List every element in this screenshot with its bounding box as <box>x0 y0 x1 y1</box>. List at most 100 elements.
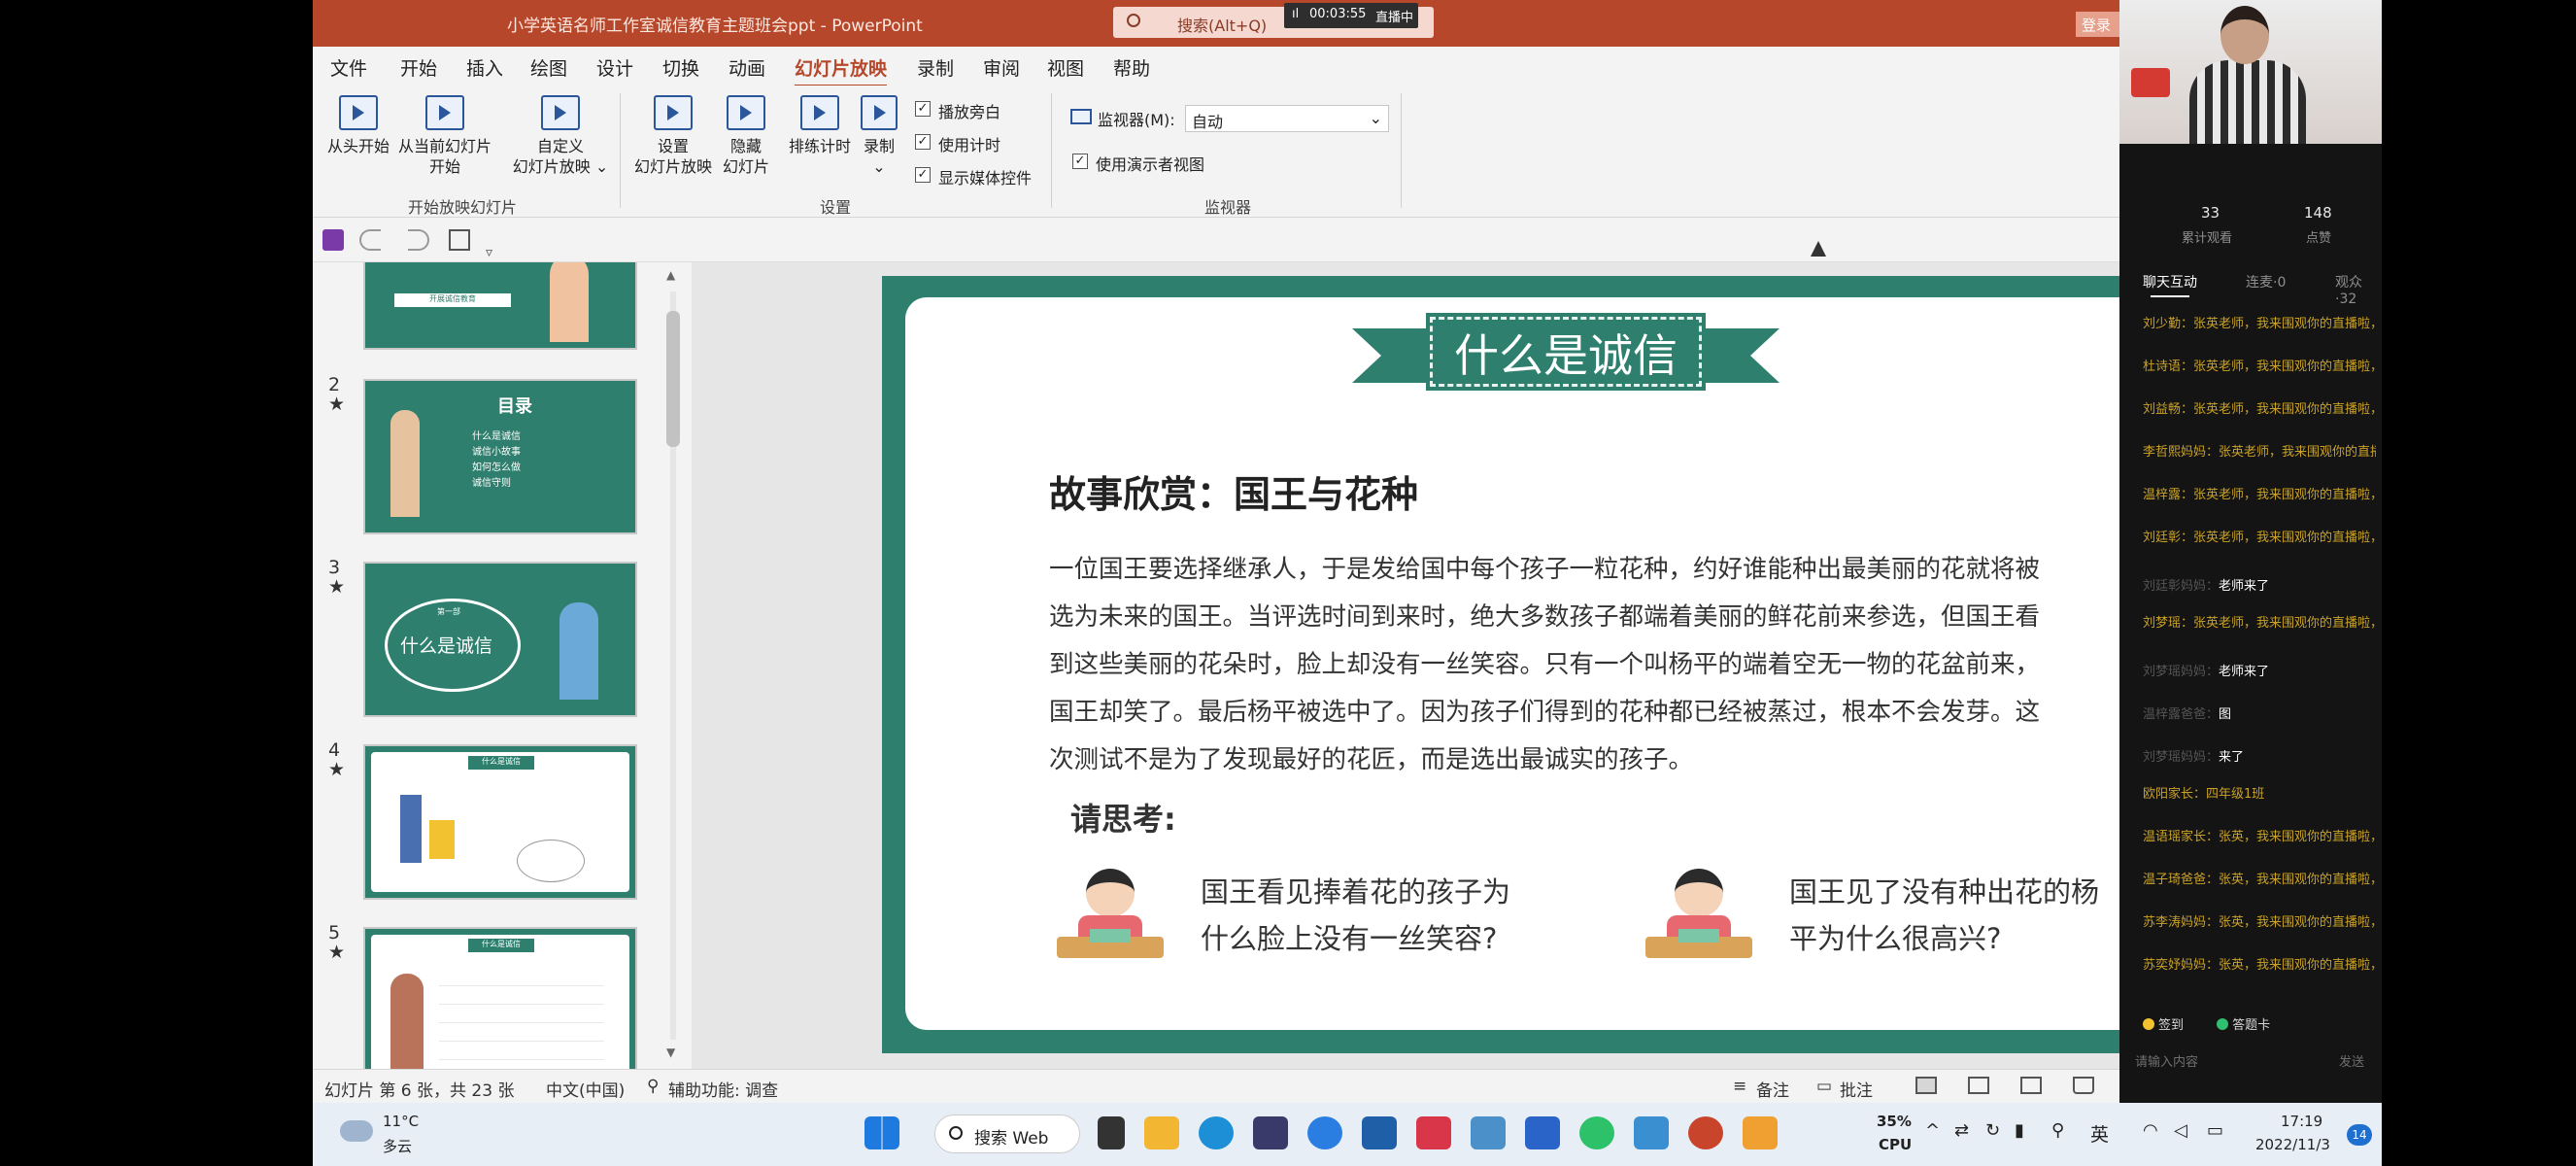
setup-label-2: 幻灯片放映 <box>633 157 712 176</box>
swap-icon[interactable]: ⇄ <box>1954 1120 1969 1141</box>
reading-view-icon[interactable] <box>2020 1077 2042 1094</box>
battery-icon[interactable]: ▭ <box>2207 1120 2223 1141</box>
from-beginning-button[interactable]: 从头开始 <box>324 95 392 156</box>
login-button[interactable]: 登录 <box>2076 12 2119 37</box>
menu-draw[interactable]: 绘图 <box>530 54 567 81</box>
scroll-down-icon[interactable]: ▼ <box>666 1046 675 1059</box>
rehearse-timings-button[interactable]: 排练计时 <box>783 95 857 156</box>
thumbnail-scrollbar[interactable]: ▲ ▼ <box>662 268 684 1065</box>
weather-desc[interactable]: 多云 <box>383 1136 412 1156</box>
signal-bars-icon[interactable]: ▮ <box>2015 1120 2024 1141</box>
slide-thumbnail-3[interactable]: 第一部 什么是诚信 <box>363 562 637 717</box>
slide-thumbnail-4[interactable]: 什么是诚信 <box>363 744 637 900</box>
tab-connect[interactable]: 连麦·0 <box>2246 272 2286 292</box>
menu-file[interactable]: 文件 <box>330 54 367 81</box>
hide-label-2: 幻灯片 <box>722 157 769 176</box>
current-slide[interactable]: 什么是诚信 故事欣赏：国王与花种 一位国王要选择继承人，于是发给国中每个孩子一粒… <box>882 276 2119 1053</box>
quiz-button[interactable]: 答题卡 <box>2217 1018 2270 1033</box>
task-view-icon[interactable] <box>1098 1116 1125 1149</box>
store-icon[interactable] <box>1362 1116 1397 1149</box>
tab-audience[interactable]: 观众·32 <box>2335 272 2382 307</box>
classroom-app-icon[interactable] <box>1743 1116 1778 1149</box>
menu-design[interactable]: 设计 <box>596 54 633 81</box>
ime-indicator[interactable]: 英 <box>2090 1120 2109 1147</box>
notes-button[interactable]: 备注 <box>1756 1077 1789 1101</box>
powerpoint-icon[interactable] <box>1688 1116 1723 1149</box>
slide-number: 4 ★ <box>328 739 346 780</box>
redo-icon[interactable] <box>408 229 429 251</box>
kids-illustration <box>550 262 589 342</box>
chat-text: 张英，我来围观你的直播啦，为你点赞! <box>2219 830 2376 844</box>
customize-chevron-icon[interactable]: ▿ <box>486 229 507 260</box>
slide-sorter-icon[interactable] <box>1968 1077 1989 1094</box>
chat-message: 刘梦瑶妈妈：老师来了 <box>2143 661 2376 684</box>
monitor-select[interactable]: 自动 ⌄ <box>1185 105 1389 132</box>
normal-view-icon[interactable] <box>1915 1077 1937 1094</box>
scroll-thumb[interactable] <box>666 311 680 447</box>
screen-app-icon[interactable] <box>1471 1116 1506 1149</box>
menu-help[interactable]: 帮助 <box>1113 54 1150 81</box>
scroll-up-icon[interactable]: ▲ <box>666 268 675 282</box>
student-illustration <box>559 602 598 700</box>
language-indicator[interactable]: 中文(中国) <box>546 1077 625 1101</box>
chevron-up-icon[interactable]: ^ <box>1925 1120 1940 1141</box>
menu-transitions[interactable]: 切换 <box>662 54 699 81</box>
menu-animations[interactable]: 动画 <box>729 54 765 81</box>
chat-author: 刘梦瑶妈妈： <box>2143 665 2220 679</box>
cpu-percent: 35% <box>1877 1113 1912 1130</box>
chat-text: 张英老师，我来围观你的直播啦，为你点赞! <box>2193 360 2376 374</box>
monitor-group-label: 监视器 <box>1204 198 1252 217</box>
checkin-button[interactable]: 签到 <box>2143 1018 2184 1033</box>
sync-icon[interactable]: ↻ <box>1985 1120 2000 1141</box>
tab-chat[interactable]: 聊天互动 <box>2143 272 2197 297</box>
clock-time[interactable]: 17:19 <box>2281 1113 2322 1130</box>
send-button[interactable]: 发送 <box>2339 1051 2364 1070</box>
comments-button[interactable]: 批注 <box>1840 1077 1873 1101</box>
slide-thumbnail-1[interactable]: 开展诚信教育 <box>363 262 637 350</box>
story-line: 到这些美丽的花朵时，脸上却没有一丝笑容。只有一个叫杨平的端着空无一物的花盆前来， <box>1049 650 2041 679</box>
clock-date[interactable]: 2022/11/3 <box>2255 1136 2330 1153</box>
menu-record[interactable]: 录制 <box>917 54 954 81</box>
record-button[interactable]: 录制 ⌄ <box>859 95 899 177</box>
girl-reading-illustration <box>1057 869 1164 966</box>
cloud-app-icon[interactable] <box>1307 1116 1342 1149</box>
menu-home[interactable]: 开始 <box>400 54 437 81</box>
setup-slideshow-button[interactable]: 设置 幻灯片放映 <box>629 95 717 177</box>
save-icon[interactable] <box>322 229 344 251</box>
from-current-button[interactable]: 从当前幻灯片 开始 <box>394 95 495 177</box>
mail-app-icon[interactable] <box>1253 1116 1288 1149</box>
menu-slideshow[interactable]: 幻灯片放映 <box>795 54 888 87</box>
wifi-icon[interactable]: ◠ <box>2143 1120 2158 1141</box>
mic-icon[interactable]: ⚲ <box>2051 1120 2064 1141</box>
slideshow-view-icon[interactable] <box>2073 1077 2094 1094</box>
presentation-icon[interactable] <box>449 229 470 251</box>
chat-input[interactable]: 请输入内容 发送 <box>2135 1051 2368 1080</box>
story-line: 国王却笑了。最后杨平被选中了。因为孩子们得到的花种都已经被蒸过，根本不会发芽。这 <box>1049 698 2041 727</box>
teacher-illustration <box>390 974 424 1069</box>
undo-icon[interactable] <box>359 229 381 251</box>
podium-illustration <box>429 820 455 859</box>
bars-app-icon[interactable] <box>1634 1116 1669 1149</box>
menu-review[interactable]: 审阅 <box>983 54 1020 81</box>
windows-start-icon[interactable] <box>864 1116 899 1149</box>
custom-slideshow-button[interactable]: 自定义 幻灯片放映 ⌄ <box>507 95 614 177</box>
red-app-icon[interactable] <box>1416 1116 1451 1149</box>
menu-insert[interactable]: 插入 <box>466 54 503 81</box>
taskbar-search-label: 搜索 Web <box>974 1129 1049 1149</box>
chat-author: 温梓露： <box>2143 488 2194 502</box>
wechat-icon[interactable] <box>1579 1116 1614 1149</box>
notification-badge[interactable]: 14 <box>2347 1124 2372 1146</box>
weather-temp[interactable]: 11°C <box>383 1113 419 1130</box>
menu-view[interactable]: 视图 <box>1047 54 1084 81</box>
volume-icon[interactable]: ◁ <box>2174 1120 2187 1141</box>
file-explorer-icon[interactable] <box>1144 1116 1179 1149</box>
taskbar-search[interactable]: 搜索 Web <box>934 1115 1080 1153</box>
edge-icon[interactable] <box>1199 1116 1234 1149</box>
slide-thumbnail-2[interactable]: 目录 什么是诚信 诚信小故事 如何怎么做 诚信守则 <box>363 379 637 534</box>
blue-app-icon[interactable] <box>1525 1116 1560 1149</box>
hide-slide-button[interactable]: 隐藏 幻灯片 <box>715 95 777 177</box>
question-2: 国王见了没有种出花的杨 平为什么很高兴? <box>1789 875 2100 955</box>
accessibility-status[interactable]: 辅助功能: 调查 <box>668 1077 778 1101</box>
slide-thumbnail-5[interactable]: 什么是诚信 <box>363 927 637 1069</box>
like-count-label: 点赞 <box>2306 231 2332 246</box>
